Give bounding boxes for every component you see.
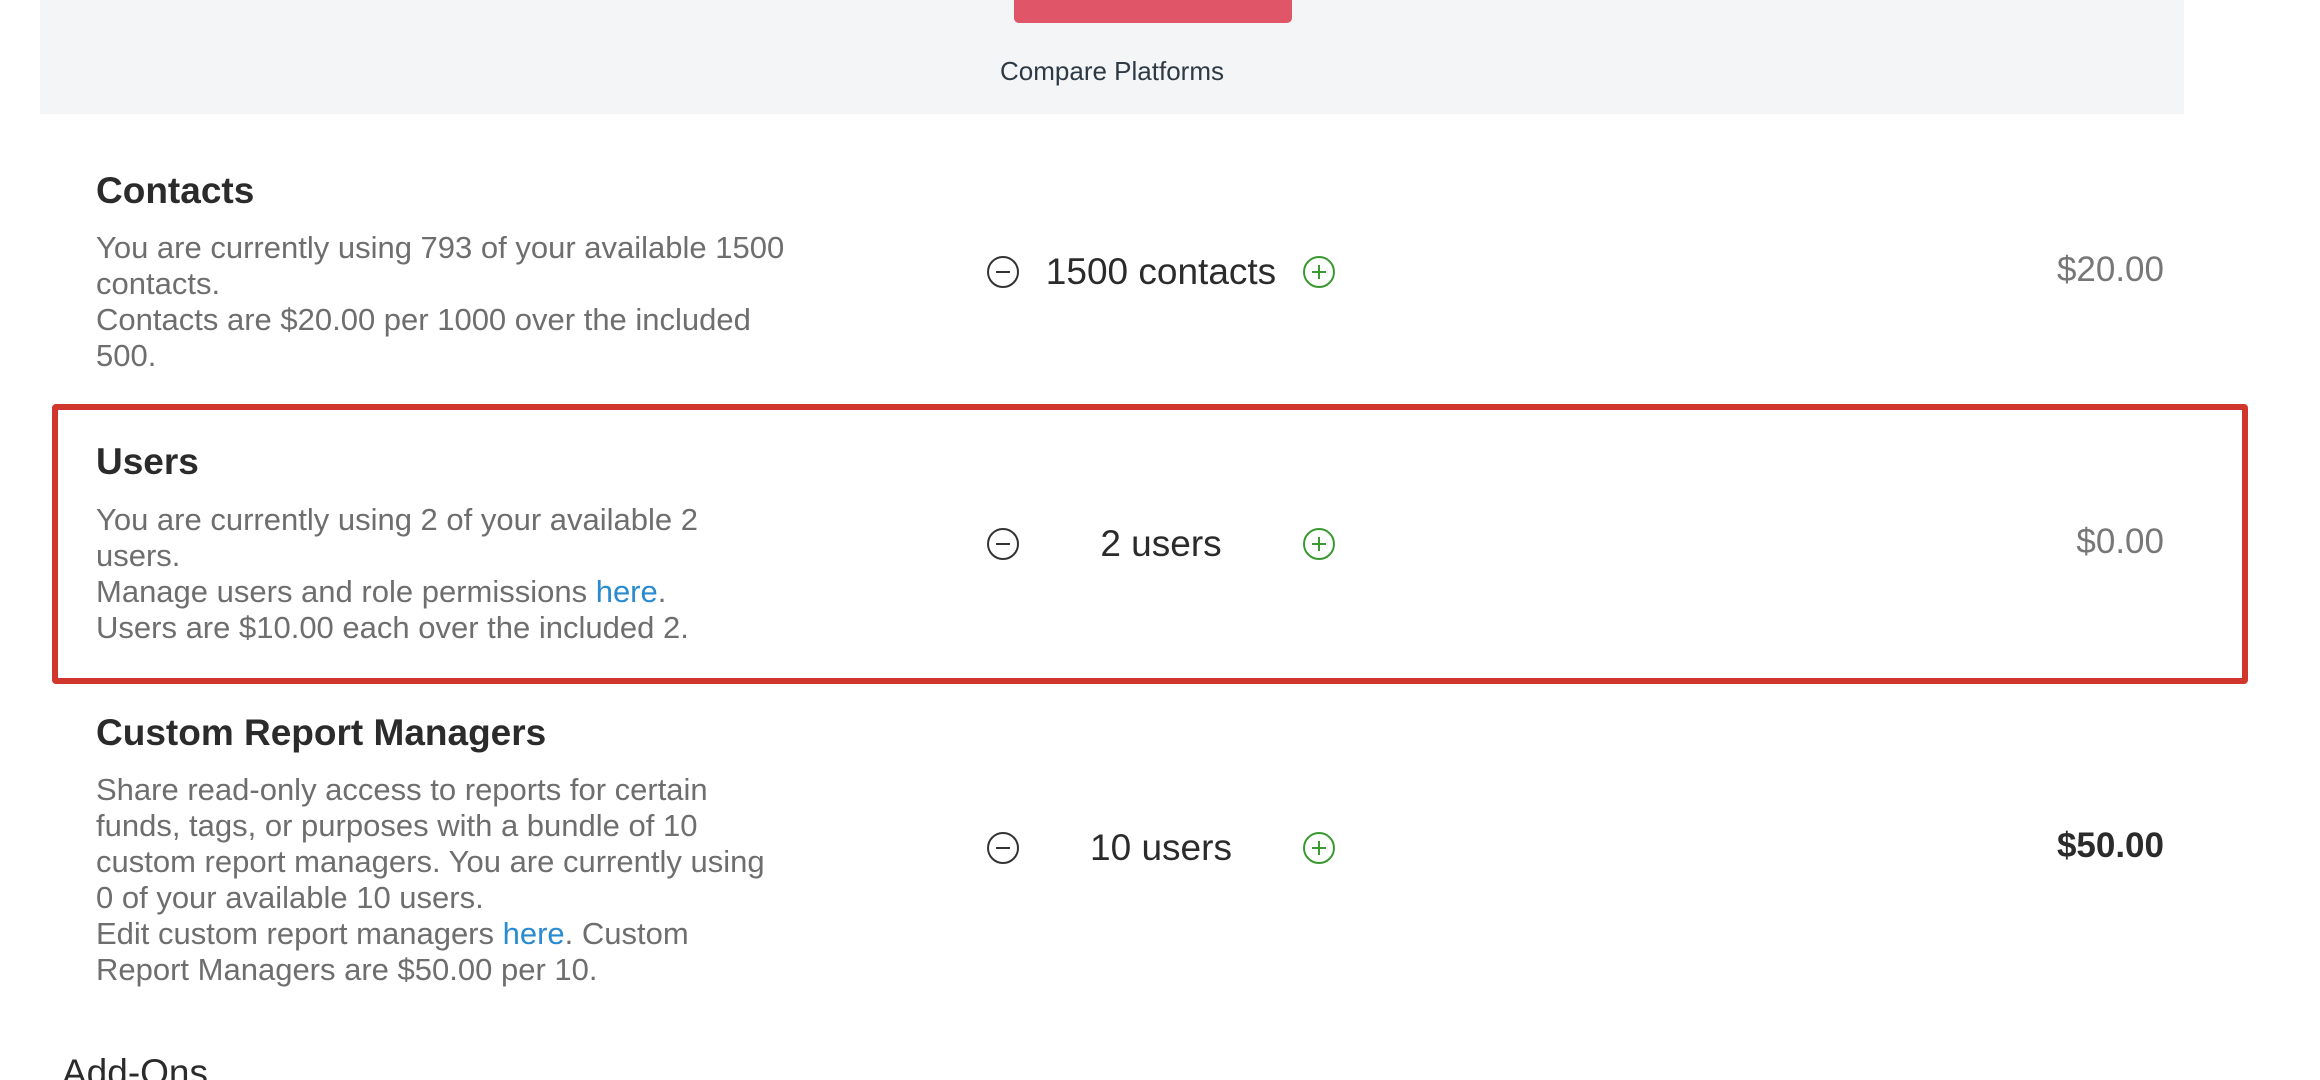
users-increment-button[interactable]	[1302, 527, 1336, 561]
users-manage-suffix: .	[657, 574, 667, 609]
contacts-description: You are currently using 793 of your avai…	[96, 230, 786, 374]
custom-report-managers-quantity-value: 10 users	[1090, 827, 1232, 868]
custom-report-managers-description: Share read-only access to reports for ce…	[96, 772, 786, 988]
plus-circle-icon	[1303, 832, 1335, 864]
users-manage-text: Manage users and role permissions here.	[96, 574, 786, 610]
contacts-price: $20.00	[2056, 250, 2164, 289]
contacts-pricing-text: Contacts are $20.00 per 1000 over the in…	[96, 302, 751, 373]
users-manage-prefix: Manage users and role permissions	[96, 574, 596, 609]
plus-circle-icon	[1303, 528, 1335, 560]
contacts-decrement-button[interactable]	[986, 255, 1020, 289]
users-quantity-value: 2 users	[1100, 523, 1222, 564]
manage-users-here-link[interactable]: here	[596, 574, 658, 609]
users-price: $0.00	[2076, 522, 2164, 561]
custom-report-managers-increment-button[interactable]	[1302, 831, 1336, 865]
contacts-quantity-value: 1500 contacts	[1045, 251, 1277, 292]
custom-report-managers-title: Custom Report Managers	[96, 712, 547, 753]
contacts-title: Contacts	[96, 170, 255, 211]
custom-report-managers-edit-prefix: Edit custom report managers	[96, 916, 503, 951]
custom-report-managers-price: $50.00	[2056, 826, 2164, 865]
contacts-quantity-stepper: 1500 contacts	[932, 248, 1352, 296]
minus-circle-icon	[987, 256, 1019, 288]
primary-action-button[interactable]	[1014, 0, 1292, 23]
users-decrement-button[interactable]	[986, 527, 1020, 561]
minus-circle-icon	[987, 528, 1019, 560]
edit-custom-report-managers-here-link[interactable]: here	[503, 916, 565, 951]
users-usage-text: You are currently using 2 of your availa…	[96, 502, 699, 573]
plus-circle-icon	[1303, 256, 1335, 288]
contacts-usage-text: You are currently using 793 of your avai…	[96, 230, 785, 301]
users-pricing-text: Users are $10.00 each over the included …	[96, 610, 689, 645]
users-description: You are currently using 2 of your availa…	[96, 502, 786, 646]
contacts-increment-button[interactable]	[1302, 255, 1336, 289]
minus-circle-icon	[987, 832, 1019, 864]
billing-page: Compare Platforms Contacts You are curre…	[0, 0, 2320, 1080]
compare-platforms-link[interactable]: Compare Platforms	[0, 56, 2224, 87]
custom-report-managers-decrement-button[interactable]	[986, 831, 1020, 865]
users-quantity-stepper: 2 users	[932, 520, 1352, 568]
users-title: Users	[96, 441, 199, 482]
custom-report-managers-edit-text: Edit custom report managers here. Custom…	[96, 916, 786, 988]
add-ons-heading: Add-Ons	[62, 1052, 209, 1080]
custom-report-managers-quantity-stepper: 10 users	[932, 824, 1352, 872]
custom-report-managers-info-text: Share read-only access to reports for ce…	[96, 772, 765, 915]
